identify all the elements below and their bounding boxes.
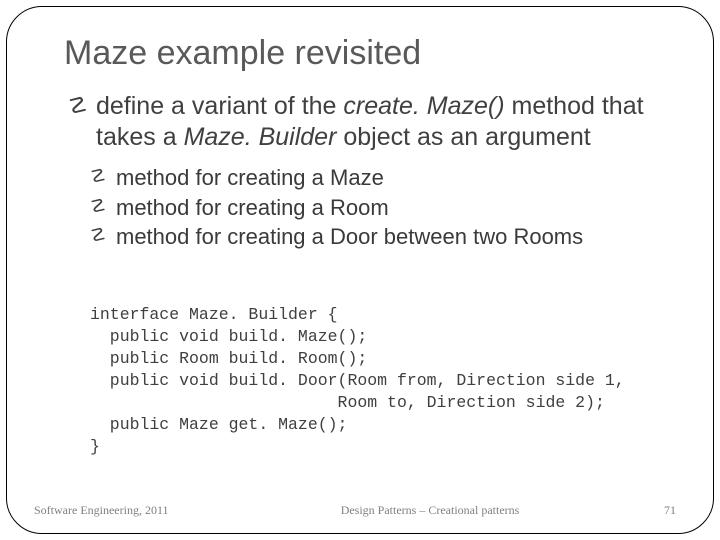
bullet-1-post: object as an argument	[336, 123, 590, 151]
bullet-1-ital2: Maze. Builder	[184, 123, 337, 151]
footer-center: Design Patterns – Creational patterns	[244, 503, 616, 518]
sub-bullet-list: ☡ method for creating a Maze ☡ method fo…	[90, 164, 668, 251]
code-block: interface Maze. Builder { public void bu…	[90, 304, 625, 458]
slide-title: Maze example revisited	[64, 34, 682, 73]
bullet-icon: ☡	[90, 167, 112, 185]
bullet-icon: ☡	[90, 226, 112, 244]
sub-bullet-1-text: method for creating a Maze	[116, 164, 384, 192]
sub-bullet-2: ☡ method for creating a Room	[90, 194, 668, 222]
bullet-1-ital1: create. Maze()	[343, 92, 504, 120]
sub-bullet-3: ☡ method for creating a Door between two…	[90, 223, 668, 251]
slide-content: ☡ define a variant of the create. Maze()…	[68, 91, 668, 251]
sub-bullet-2-text: method for creating a Room	[116, 194, 389, 222]
bullet-1-pre: define a variant of the	[96, 92, 343, 120]
page-number: 71	[616, 503, 676, 518]
bullet-1: ☡ define a variant of the create. Maze()…	[68, 91, 668, 152]
sub-bullet-3-text: method for creating a Door between two R…	[116, 223, 583, 251]
slide: Maze example revisited ☡ define a varian…	[0, 0, 720, 540]
footer-left: Software Engineering, 2011	[34, 503, 244, 518]
bullet-icon: ☡	[90, 197, 112, 215]
sub-bullet-1: ☡ method for creating a Maze	[90, 164, 668, 192]
bullet-icon: ☡	[68, 95, 94, 117]
bullet-1-text: define a variant of the create. Maze() m…	[96, 91, 668, 152]
footer: Software Engineering, 2011 Design Patter…	[0, 503, 720, 518]
